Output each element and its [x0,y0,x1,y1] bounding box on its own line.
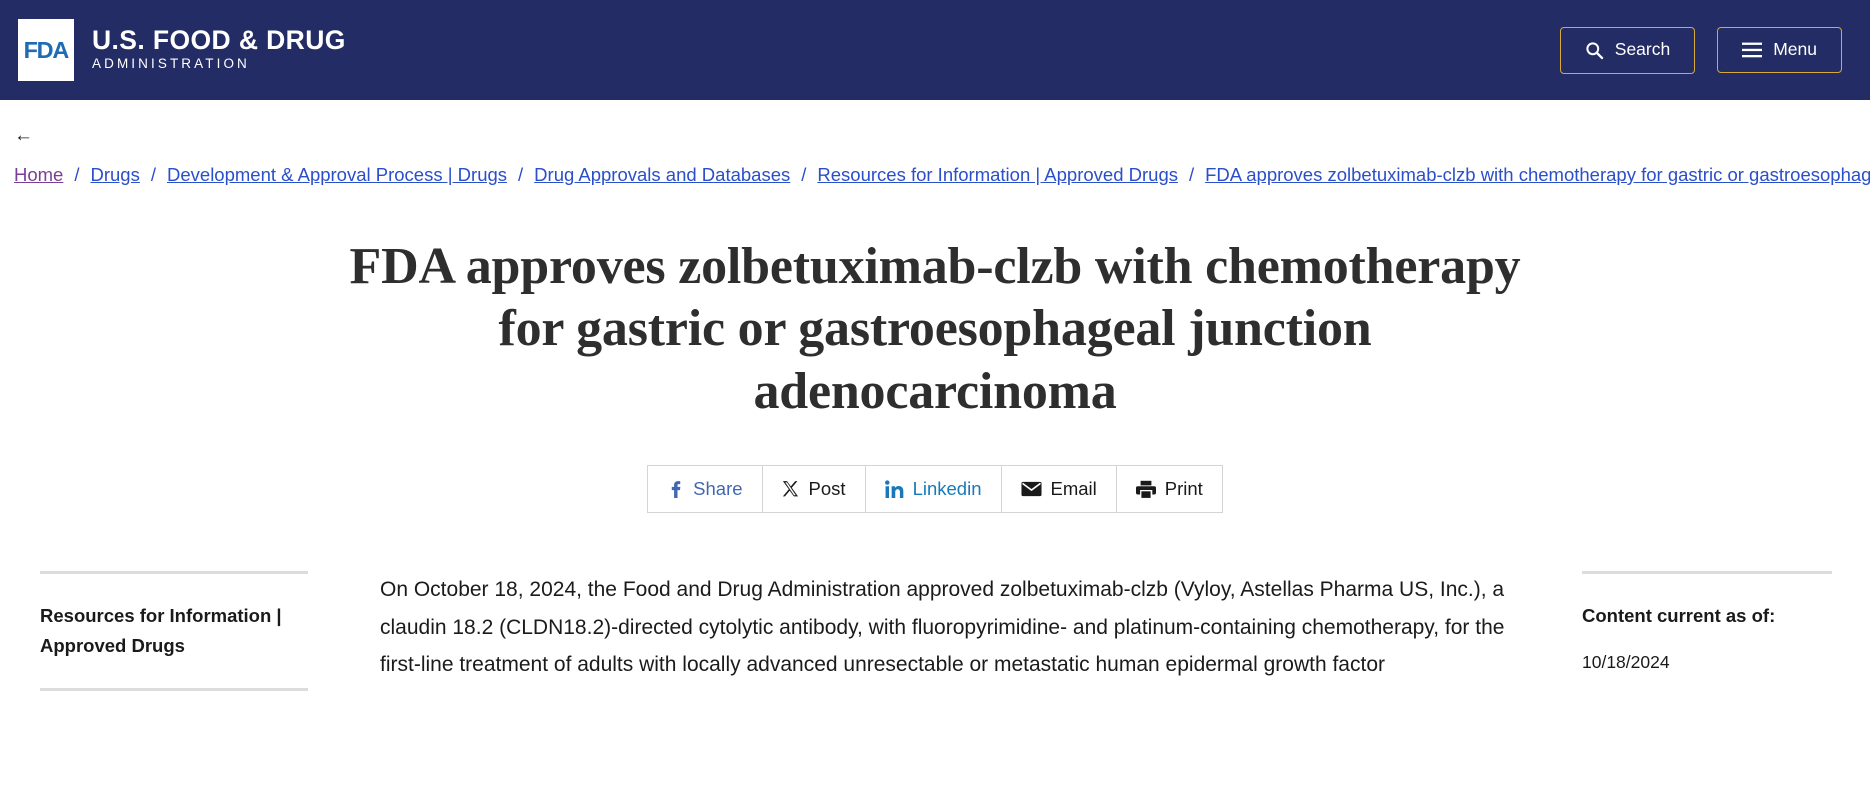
search-button-label: Search [1614,39,1671,60]
fda-logo-mark: FDA [18,19,74,81]
breadcrumb-list: ← Home / Drugs / Development & Approval Proc… [14,119,1870,198]
search-button[interactable]: Search [1559,26,1696,74]
share-post-button[interactable]: Post [762,466,866,513]
left-sidebar-heading[interactable]: Resources for Information | Approved Dru… [40,601,308,661]
brand-line-primary: U.S. FOOD & DRUG [92,24,346,55]
left-sidebar-divider-top [40,571,308,575]
share-bar: Share Post Linkedin Email Print [0,465,1870,514]
breadcrumb-separator: / [150,164,156,185]
share-linkedin-button[interactable]: Linkedin [865,466,1002,513]
fda-logo-text: FDA [23,36,70,63]
site-header: FDA U.S. FOOD & DRUG ADMINISTRATION Sear… [0,0,1870,100]
breadcrumb-item-3[interactable]: Development & Approval Process | Drugs [167,164,507,185]
share-button-label: Linkedin [912,478,982,500]
share-print-button[interactable]: Print [1116,466,1222,513]
breadcrumb-separator: / [1188,164,1195,185]
menu-button-label: Menu [1773,39,1817,60]
content-current-date: 10/18/2024 [1582,652,1670,673]
share-email-button[interactable]: Email [1001,466,1117,513]
breadcrumb-item-2[interactable]: Drugs [91,164,140,185]
search-icon [1585,41,1604,60]
header-actions: Search Menu [1559,26,1842,74]
content-grid: Resources for Information | Approved Dru… [0,571,1870,692]
breadcrumb-item-4[interactable]: Drug Approvals and Databases [534,164,790,185]
right-sidebar-divider-top [1582,571,1832,575]
envelope-icon [1020,481,1042,497]
share-share-button[interactable]: Share [648,466,763,513]
right-sidebar: Content current as of: 10/18/2024 [1582,571,1832,676]
left-sidebar: Resources for Information | Approved Dru… [40,571,308,692]
share-button-label: Print [1164,478,1203,500]
printer-icon [1135,480,1156,499]
left-sidebar-divider-bottom [40,688,308,692]
hamburger-icon [1742,42,1763,58]
main-content: On October 18, 2024, the Food and Drug A… [308,571,1582,683]
share-button-group: Share Post Linkedin Email Print [647,465,1223,514]
share-button-label: Share [693,478,743,500]
fda-logo-link[interactable]: FDA U.S. FOOD & DRUG ADMINISTRATION [18,19,346,81]
breadcrumb-item-5[interactable]: Resources for Information | Approved Dru… [817,164,1178,185]
breadcrumb-item-6[interactable]: FDA approves zolbetuximab-clzb with chem… [1205,164,1870,185]
page-title: FDA approves zolbetuximab-clzb with chem… [349,238,1521,420]
menu-button[interactable]: Menu [1717,27,1842,73]
linkedin-icon [884,480,904,499]
breadcrumb-back-arrow-icon: ← [14,125,33,146]
brand-wordmark: U.S. FOOD & DRUG ADMINISTRATION [92,24,346,75]
share-button-label: Post [808,478,846,500]
breadcrumb-item-1[interactable]: Home [14,164,63,185]
breadcrumb-separator: / [518,164,524,185]
content-current-heading: Content current as of: [1582,605,1776,627]
x-twitter-icon [782,480,800,498]
breadcrumb: ← Home / Drugs / Development & Approval Proc… [0,100,1870,198]
breadcrumb-separator: / [801,164,807,185]
brand-line-secondary: ADMINISTRATION [92,56,250,72]
main-paragraph: On October 18, 2024, the Food and Drug A… [380,578,1505,676]
breadcrumb-separator: / [74,164,80,185]
facebook-icon [667,480,684,499]
share-button-label: Email [1050,478,1097,500]
